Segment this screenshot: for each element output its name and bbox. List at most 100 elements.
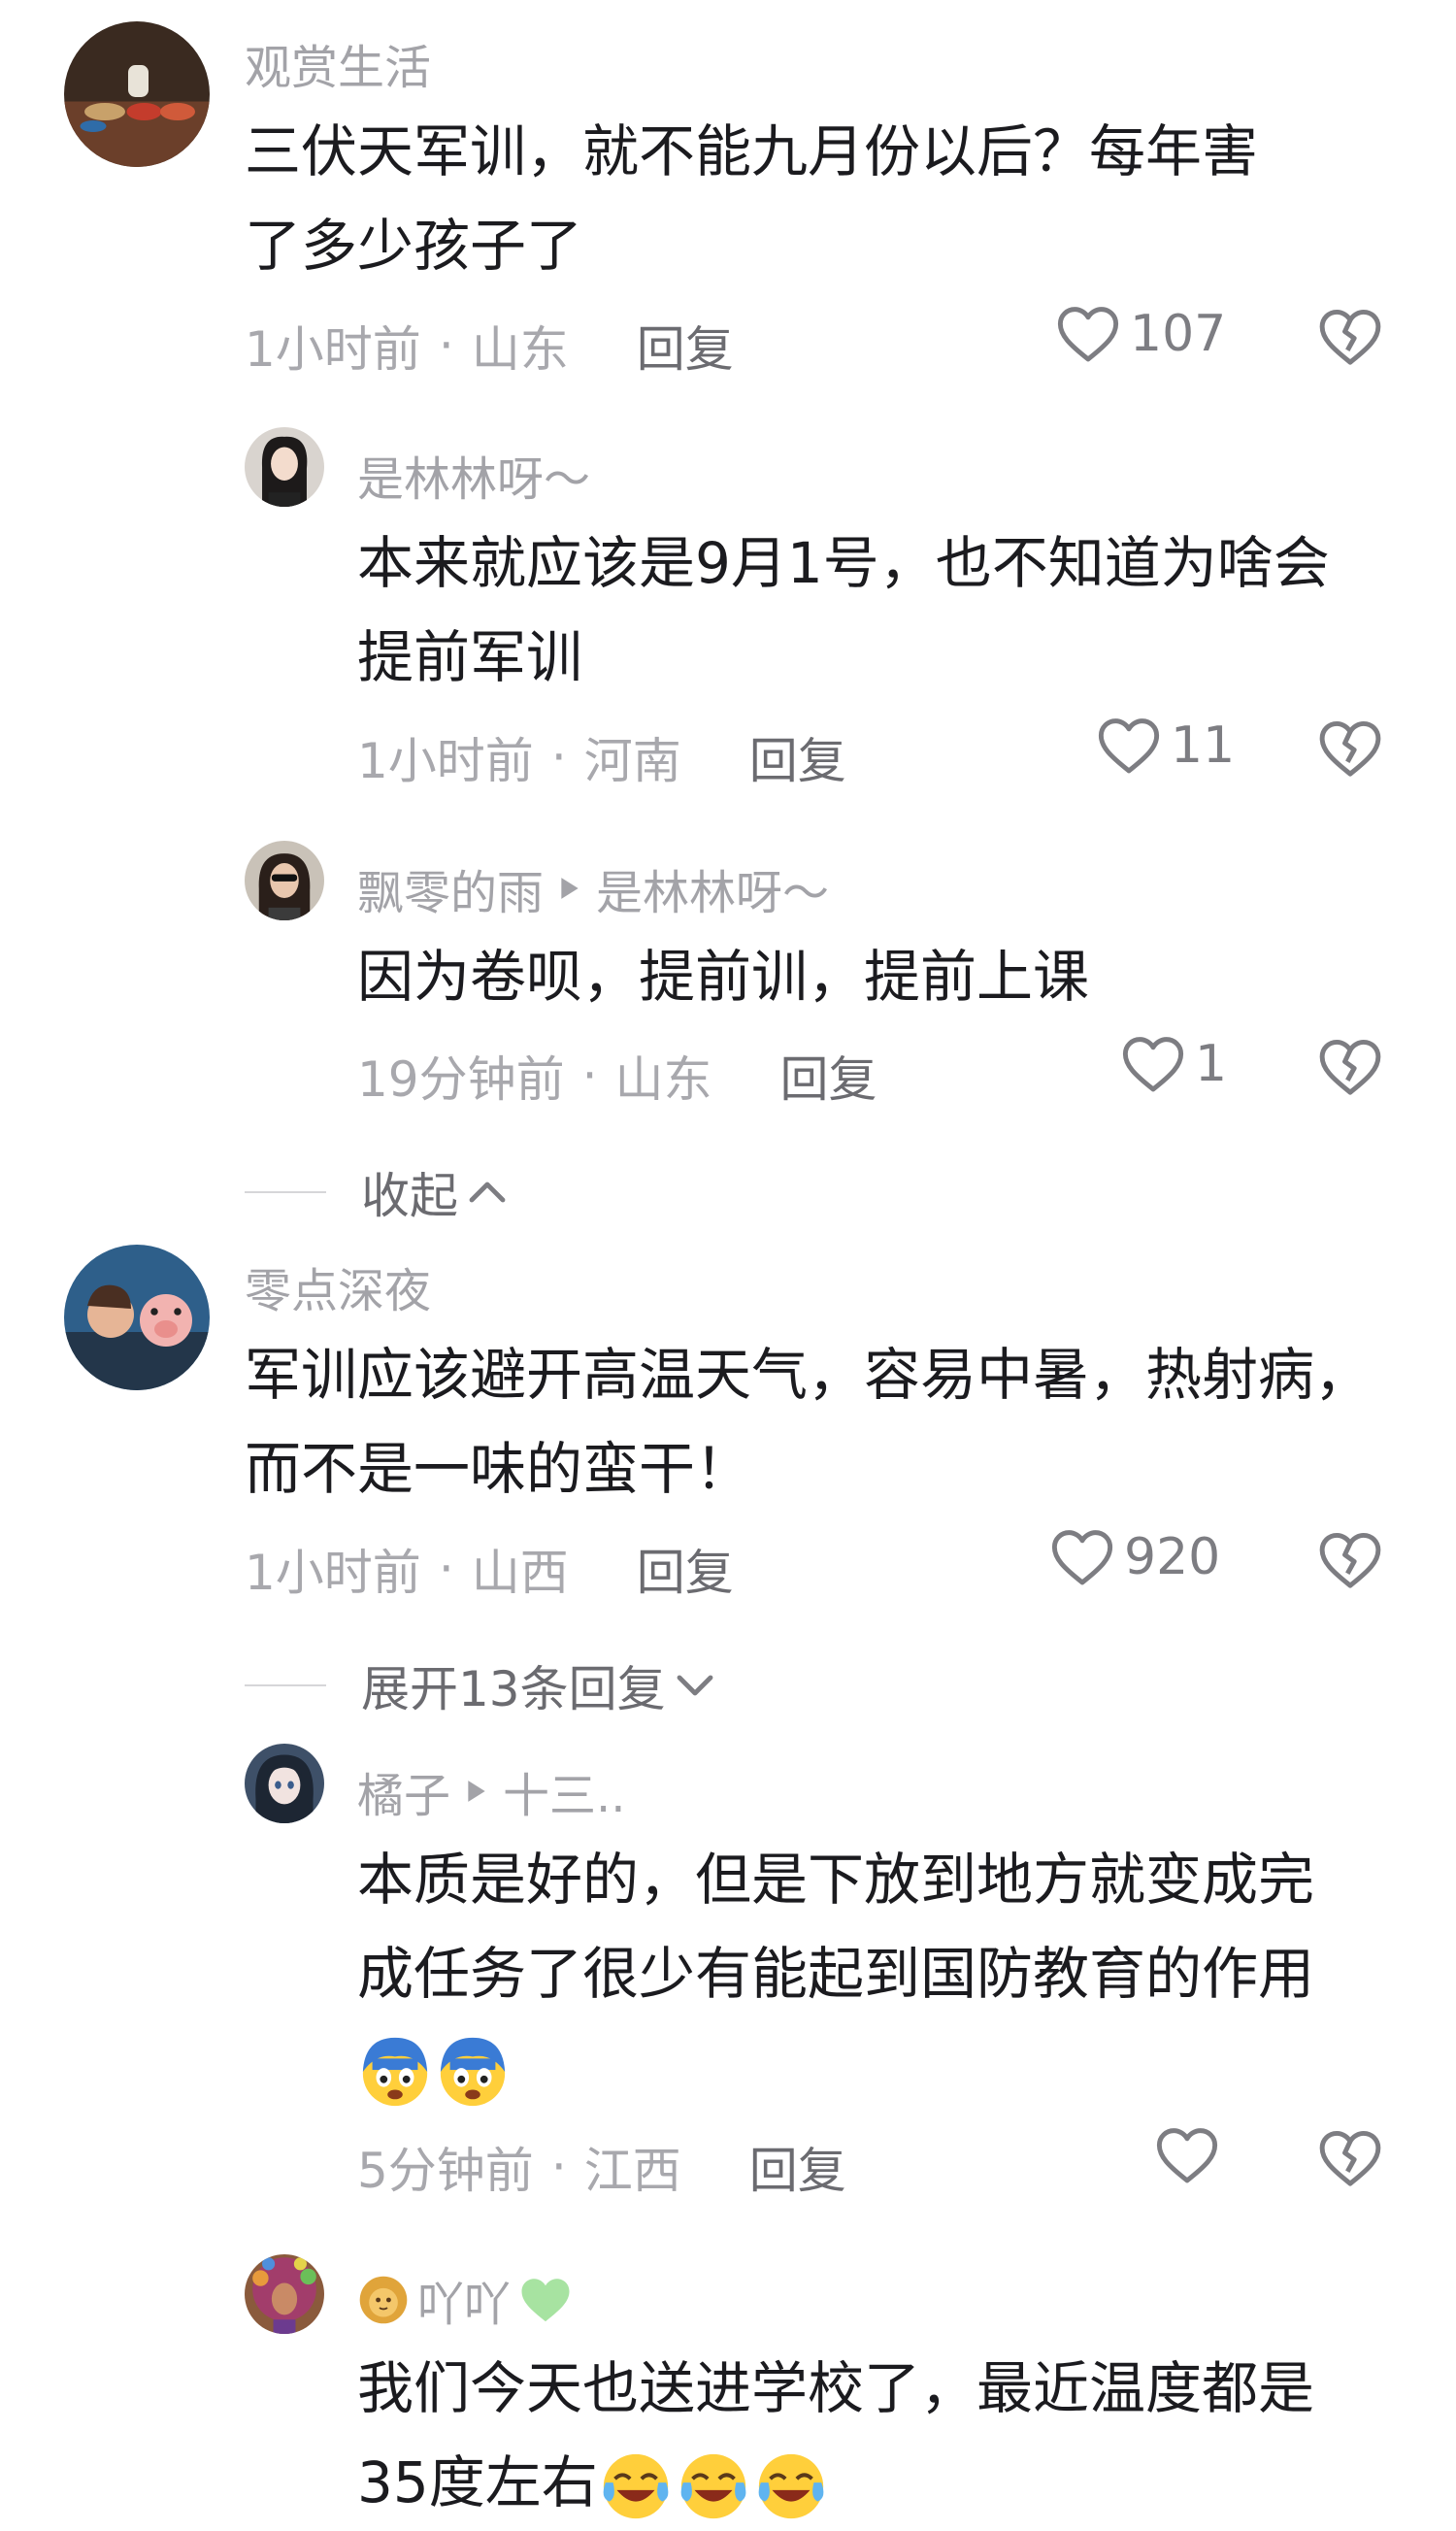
reply-username: 橘子 十三.. <box>357 1757 626 1825</box>
scared-face-emoji <box>362 2037 428 2106</box>
username-text[interactable]: 是林林呀～ <box>357 441 590 509</box>
comment-username[interactable]: 零点深夜 <box>245 1252 431 1320</box>
comment-time: 1小时前 <box>245 321 421 378</box>
comment-text-line: 提前军训 <box>357 624 583 690</box>
heart-icon <box>1122 1037 1184 1092</box>
comment-text-line: 而不是一味的蛮干！ <box>245 1436 752 1502</box>
collapse-replies-button[interactable]: 收起 <box>245 1157 507 1227</box>
comment-location: 山东 <box>614 1051 712 1108</box>
reply-username[interactable]: 吖吖 <box>357 2266 573 2334</box>
comment-time: 5分钟前 <box>357 2143 534 2199</box>
chevron-up-icon <box>469 1182 506 1203</box>
heart-icon <box>1156 2128 1218 2183</box>
meta-separator: · <box>550 2139 567 2195</box>
comment-text-line: 我们今天也送进学校了，最近温度都是 <box>357 2355 1315 2421</box>
like-count: 920 <box>1124 1528 1221 1586</box>
reply-arrow-icon <box>468 1781 485 1802</box>
laugh-cry-emoji <box>758 2453 824 2519</box>
reply-username[interactable]: 是林林呀～ <box>357 441 590 509</box>
comment-text: 军训应该避开高温天气，容易中暑，热射病， 而不是一味的蛮干！ <box>245 1328 1371 1516</box>
avatar[interactable] <box>64 21 210 167</box>
meta-separator: · <box>581 1048 598 1104</box>
expand-replies-button[interactable]: 展开13条回复 <box>245 1650 714 1720</box>
divider-line <box>245 1191 326 1193</box>
divider-line <box>245 1684 326 1686</box>
reply-arrow-icon <box>561 878 579 899</box>
like-count: 11 <box>1171 716 1236 775</box>
lion-emoji-icon <box>359 2276 408 2324</box>
reply-to-username[interactable]: 十三.. <box>503 1757 626 1825</box>
reply-button[interactable]: 回复 <box>637 1534 734 1604</box>
dislike-broken-heart-icon[interactable] <box>1318 718 1382 779</box>
reply-text: 因为卷呗，提前训，提前上课 <box>357 930 1089 1024</box>
comment-meta: 1小时前 · 山东 回复 <box>245 311 734 381</box>
reply-username: 飘零的雨 是林林呀～ <box>357 854 829 922</box>
comment-text-line: 因为卷呗，提前训，提前上课 <box>357 944 1090 1010</box>
comment-time: 19分钟前 <box>357 1051 565 1108</box>
laugh-cry-emoji <box>603 2453 669 2519</box>
comment-location: 山西 <box>471 1545 569 1601</box>
dislike-broken-heart-icon[interactable] <box>1318 1530 1382 1590</box>
heart-icon <box>1057 307 1119 362</box>
comment-location: 河南 <box>583 733 681 789</box>
avatar[interactable] <box>245 1744 324 1823</box>
laugh-cry-emoji <box>680 2453 746 2519</box>
comment-text-line: 本来就应该是9月1号，也不知道为啥会 <box>357 530 1330 596</box>
comment-text-line: 成任务了很少有能起到国防教育的作用 <box>357 1941 1315 2007</box>
username-text[interactable]: 观赏生活 <box>245 29 431 97</box>
comment-text-line: 本质是好的，但是下放到地方就变成完 <box>357 1847 1315 1913</box>
comment-username[interactable]: 观赏生活 <box>245 29 431 97</box>
scared-face-emoji <box>440 2037 506 2106</box>
comment-text-line: 军训应该避开高温天气，容易中暑，热射病， <box>245 1342 1372 1408</box>
username-text[interactable]: 橘子 <box>357 1757 450 1825</box>
avatar[interactable] <box>245 2254 324 2334</box>
collapse-label: 收起 <box>361 1168 458 1224</box>
reply-to-username[interactable]: 是林林呀～ <box>596 854 829 922</box>
reply-text: 本来就应该是9月1号，也不知道为啥会 提前军训 <box>357 516 1330 705</box>
reply-text: 本质是好的，但是下放到地方就变成完 成任务了很少有能起到国防教育的作用 <box>357 1833 1314 2115</box>
comment-thread: 观赏生活 三伏天军训，就不能九月份以后？每年害 了多少孩子了 1小时前 · 山东 回… <box>0 0 1456 2531</box>
heart-icon <box>1051 1530 1113 1585</box>
comment-time: 1小时前 <box>357 733 534 789</box>
username-text[interactable]: 吖吖 <box>417 2266 511 2334</box>
dislike-broken-heart-icon[interactable] <box>1318 2128 1382 2188</box>
like-button[interactable]: 920 <box>1050 1528 1220 1586</box>
reply-button[interactable]: 回复 <box>749 722 846 792</box>
avatar[interactable] <box>245 427 324 507</box>
username-text[interactable]: 飘零的雨 <box>357 854 544 922</box>
avatar[interactable] <box>64 1245 210 1390</box>
reply-text: 我们今天也送进学校了，最近温度都是 35度左右 <box>357 2342 1314 2530</box>
meta-separator: · <box>438 1541 454 1597</box>
comment-text-line: 35度左右 <box>357 2436 1314 2530</box>
dislike-broken-heart-icon[interactable] <box>1318 1037 1382 1097</box>
emoji-line <box>357 2021 1314 2115</box>
comment-time: 1小时前 <box>245 1545 421 1601</box>
username-text[interactable]: 零点深夜 <box>245 1252 431 1320</box>
chevron-down-icon <box>677 1675 713 1696</box>
like-count: 107 <box>1130 305 1227 363</box>
comment-meta: 5分钟前 · 江西 回复 <box>357 2132 846 2202</box>
like-button[interactable] <box>1155 2126 1229 2184</box>
expand-label: 展开13条回复 <box>361 1661 666 1717</box>
comment-text-fragment: 35度左右 <box>357 2449 598 2515</box>
like-button[interactable]: 11 <box>1097 716 1235 775</box>
comment-text-line: 了多少孩子了 <box>245 213 583 279</box>
comment-location: 江西 <box>583 2143 681 2199</box>
like-button[interactable]: 1 <box>1121 1035 1227 1093</box>
like-count: 1 <box>1195 1035 1228 1093</box>
comment-location: 山东 <box>471 321 569 378</box>
like-button[interactable]: 107 <box>1056 305 1226 363</box>
comment-text: 三伏天军训，就不能九月份以后？每年害 了多少孩子了 <box>245 105 1258 293</box>
comment-meta: 1小时前 · 山西 回复 <box>245 1534 734 1604</box>
reply-button[interactable]: 回复 <box>749 2132 846 2202</box>
heart-icon <box>1098 718 1160 774</box>
reply-button[interactable]: 回复 <box>637 311 734 381</box>
comment-meta: 1小时前 · 河南 回复 <box>357 722 846 792</box>
avatar[interactable] <box>245 841 324 920</box>
green-heart-icon <box>521 2279 570 2322</box>
dislike-broken-heart-icon[interactable] <box>1318 307 1382 367</box>
comment-text-line: 三伏天军训，就不能九月份以后？每年害 <box>245 118 1259 184</box>
reply-button[interactable]: 回复 <box>780 1041 877 1111</box>
meta-separator: · <box>550 729 567 785</box>
comment-meta: 19分钟前 · 山东 回复 <box>357 1041 877 1111</box>
